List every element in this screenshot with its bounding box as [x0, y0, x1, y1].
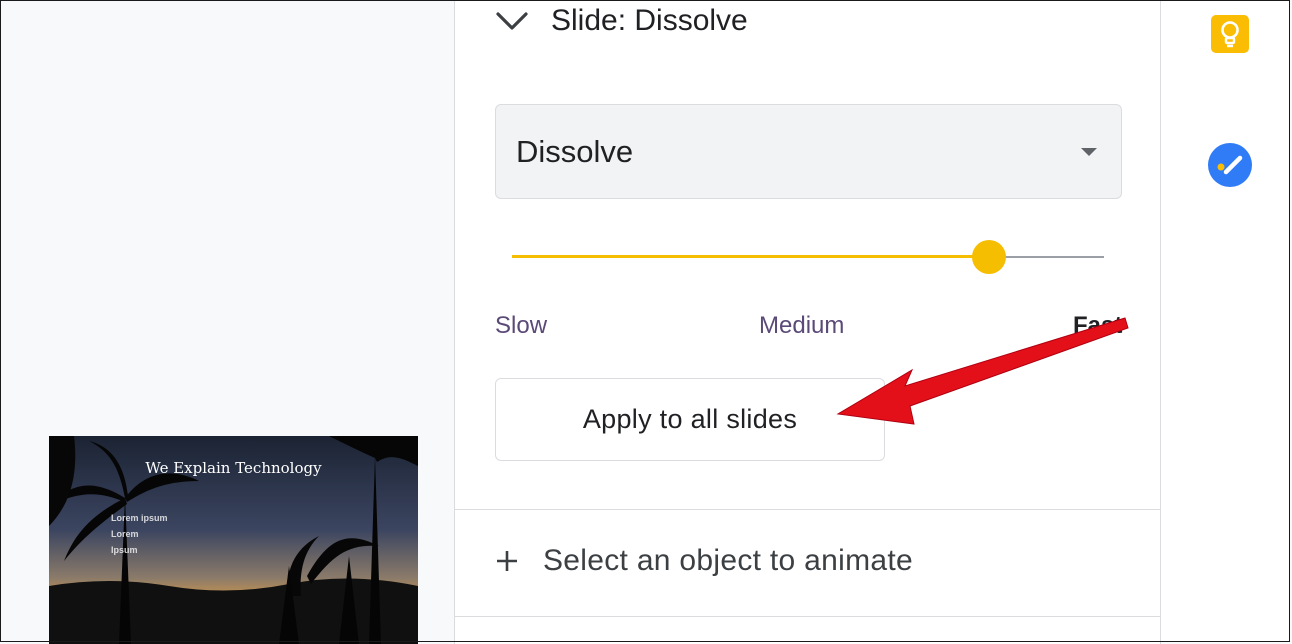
- motion-panel: Slide: Dissolve Dissolve Slow Medium Fas…: [454, 0, 1161, 644]
- select-object-to-animate[interactable]: Select an object to animate: [495, 530, 913, 592]
- apply-button-label: Apply to all slides: [582, 404, 798, 434]
- divider: [455, 509, 1160, 510]
- plus-icon: [497, 551, 517, 571]
- speed-labels: Slow Medium Fast: [495, 312, 1125, 342]
- chevron-down-icon[interactable]: [495, 11, 529, 31]
- divider: [455, 616, 1160, 617]
- section-title: Slide: Dissolve: [551, 4, 748, 37]
- transition-type-value: Dissolve: [516, 133, 634, 169]
- thumbnail-bullet: Ipsum: [111, 545, 138, 555]
- slider-thumb[interactable]: [972, 240, 1006, 274]
- transition-type-select[interactable]: Dissolve: [495, 104, 1122, 199]
- slide-transition-header[interactable]: Slide: Dissolve: [495, 0, 748, 42]
- speed-label-fast: Fast: [1073, 312, 1123, 339]
- slide-thumbnail[interactable]: We Explain Technology Lorem ipsum Lorem …: [49, 436, 418, 644]
- apply-to-all-slides-button[interactable]: Apply to all slides: [495, 378, 885, 461]
- transition-speed-slider[interactable]: [512, 238, 1104, 276]
- side-panel: [1161, 0, 1290, 642]
- thumbnail-bullets: Lorem ipsum Lorem Ipsum: [111, 510, 168, 558]
- animate-row-label: Select an object to animate: [543, 544, 913, 577]
- tasks-icon[interactable]: [1207, 142, 1253, 188]
- speed-label-slow: Slow: [495, 312, 548, 339]
- thumbnail-title: We Explain Technology: [145, 459, 322, 477]
- slider-track-fill: [512, 255, 989, 258]
- thumbnail-bullet: Lorem ipsum: [111, 513, 168, 523]
- slide-canvas-area: We Explain Technology Lorem ipsum Lorem …: [0, 0, 454, 644]
- speed-label-medium: Medium: [759, 312, 845, 339]
- thumbnail-bullet: Lorem: [111, 529, 139, 539]
- keep-icon[interactable]: [1210, 14, 1250, 54]
- caret-down-icon: [1081, 147, 1097, 156]
